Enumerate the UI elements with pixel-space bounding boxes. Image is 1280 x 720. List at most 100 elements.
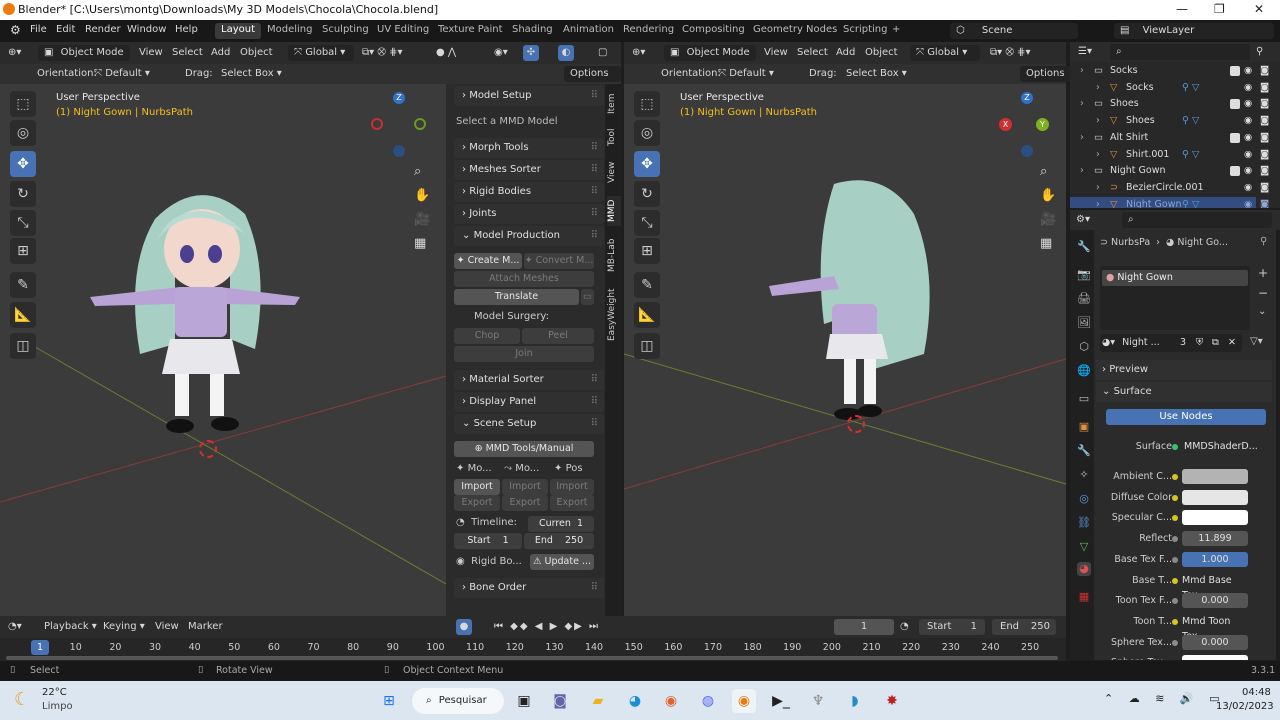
perspective-grid-icon[interactable]: ▦: [1040, 236, 1052, 251]
add-cube-tool[interactable]: ◫: [10, 333, 36, 359]
menu-render[interactable]: Render: [85, 24, 121, 35]
start-frame-field[interactable]: Start 1: [454, 533, 522, 549]
properties-search-input[interactable]: ⌕: [1122, 212, 1272, 228]
measure-tool[interactable]: 📐: [634, 302, 660, 328]
orientation-dropdown[interactable]: ⤧ Default ▾: [718, 66, 798, 82]
exclude-checkbox[interactable]: [1230, 132, 1240, 143]
export-model-button[interactable]: Export: [454, 495, 500, 511]
socket-icon[interactable]: [1172, 556, 1178, 563]
bone-order-header[interactable]: › Bone Order ⠿: [454, 578, 604, 598]
start-frame-field[interactable]: Start 1: [919, 619, 985, 635]
expand-arrow-icon[interactable]: ›: [1080, 130, 1084, 146]
outliner-row[interactable]: › ▭ Night Gown ◉ ◙: [1070, 163, 1269, 179]
clock-time[interactable]: 04:48: [1242, 687, 1271, 698]
select-box-tool[interactable]: ⬚: [10, 91, 36, 117]
gizmo-x-axis[interactable]: X: [999, 118, 1012, 131]
meshes-sorter-header[interactable]: › Meshes Sorter ⠿: [454, 160, 604, 180]
navigation-gizmo[interactable]: Z: [368, 90, 432, 158]
tab-texture-paint[interactable]: Texture Paint: [432, 23, 509, 39]
tab-mb-lab[interactable]: MB-Lab: [607, 234, 621, 276]
camera-icon[interactable]: 🎥: [414, 212, 430, 227]
menu-select-right[interactable]: Select: [797, 45, 828, 61]
render-camera-icon[interactable]: ◙: [1260, 113, 1269, 129]
peel-button[interactable]: Peel: [522, 328, 594, 344]
shader-input-field[interactable]: 1.000: [1182, 551, 1248, 567]
navigation-gizmo[interactable]: Z X Y: [996, 90, 1060, 158]
minimize-button[interactable]: —: [1176, 2, 1188, 16]
material-name-field[interactable]: Night ...: [1122, 337, 1160, 348]
slot-menu-icon[interactable]: ⌄: [1258, 306, 1266, 317]
editor-type-icon[interactable]: ⊕▾: [8, 45, 21, 61]
add-cube-tool[interactable]: ◫: [634, 333, 660, 359]
close-button[interactable]: ✕: [1254, 2, 1264, 16]
tab-view[interactable]: View: [607, 158, 621, 186]
socket-icon[interactable]: [1172, 494, 1178, 501]
viewlayer-selector[interactable]: ▤ ViewLayer: [1114, 23, 1274, 39]
scene-selector[interactable]: ⬡ Scene: [950, 23, 1078, 39]
outliner-row[interactable]: › ▽ Socks ⚲ ▽ ◉ ◙: [1070, 80, 1269, 96]
expand-arrow-icon[interactable]: ›: [1080, 163, 1084, 179]
surface-shader-field[interactable]: MMDShaderD...: [1182, 439, 1258, 454]
material-slot-list[interactable]: ● Night Gown: [1100, 266, 1250, 330]
render-camera-icon[interactable]: ◙: [1260, 80, 1269, 96]
drag-handle-icon[interactable]: ⠿: [591, 86, 598, 106]
menu-add-left[interactable]: Add: [211, 45, 230, 61]
gizmo-z-axis[interactable]: Z: [1021, 92, 1033, 104]
tab-rendering[interactable]: Rendering: [617, 23, 680, 39]
modifier-icons[interactable]: ⚲ ▽: [1182, 197, 1199, 208]
tab-mmd[interactable]: MMD: [607, 196, 621, 226]
create-model-button[interactable]: ✦ Create M...: [454, 253, 522, 269]
tab-animation[interactable]: Animation: [557, 23, 620, 39]
material-slot-item[interactable]: ● Night Gown: [1102, 270, 1248, 286]
tab-layout[interactable]: Layout: [215, 23, 261, 39]
material-datablock[interactable]: ◕▾ Night ... 3 ⛨ ⧉ ✕: [1100, 334, 1242, 352]
select-box-tool[interactable]: ⬚: [634, 91, 660, 117]
cursor-tool[interactable]: ◎: [10, 120, 36, 146]
taskbar-search[interactable]: ⌕ Pesquisar: [412, 688, 504, 714]
remove-slot-button[interactable]: −: [1258, 286, 1268, 300]
material-browse-icon[interactable]: ◕▾: [1102, 337, 1115, 348]
outliner-editor-icon[interactable]: ☰▾: [1078, 44, 1092, 60]
app-figure-icon[interactable]: ♆: [806, 689, 830, 713]
socket-icon[interactable]: [1172, 536, 1178, 543]
export-pose-button[interactable]: Export: [550, 495, 594, 511]
chop-button[interactable]: Chop: [454, 328, 520, 344]
menu-keying[interactable]: Keying ▾: [103, 619, 145, 635]
gizmo-z-axis[interactable]: Z: [393, 92, 405, 104]
annotate-tool[interactable]: ✎: [10, 272, 36, 298]
scale-tool[interactable]: ⤡: [634, 210, 660, 236]
modifier-icons[interactable]: ⚲ ▽: [1182, 147, 1199, 163]
preview-range-icon[interactable]: ◔: [900, 619, 909, 635]
character-model-front[interactable]: [80, 179, 320, 479]
clock-date[interactable]: 13/02/2023: [1216, 701, 1274, 712]
fake-user-icon[interactable]: ⛨: [1196, 334, 1203, 352]
modifier-properties-icon[interactable]: 🔧: [1077, 444, 1091, 458]
shader-input-field[interactable]: Mmd Base Tex: [1182, 573, 1248, 601]
maximize-button[interactable]: ❐: [1214, 2, 1225, 16]
firefox-icon[interactable]: ◉: [659, 689, 683, 713]
transform-tool[interactable]: ⊞: [634, 238, 660, 264]
material-properties-icon[interactable]: ◕: [1077, 562, 1091, 576]
morph-tools-header[interactable]: › Morph Tools ⠿: [454, 138, 604, 158]
tab-modeling[interactable]: Modeling: [261, 23, 319, 39]
exclude-checkbox[interactable]: [1230, 99, 1240, 110]
visibility-eye-icon[interactable]: ◉: [1244, 197, 1252, 208]
convert-model-button[interactable]: ✦ Convert M...: [524, 253, 594, 269]
visibility-eye-icon[interactable]: ◉: [1244, 96, 1252, 112]
end-frame-field[interactable]: End 250: [524, 533, 594, 549]
edge-browser-icon[interactable]: ◕: [623, 689, 647, 713]
system-tray-icons[interactable]: ⌃ ☁ ≋ 🔊 ▭: [1104, 692, 1226, 705]
terminal-icon[interactable]: ▶_: [769, 689, 793, 713]
visibility-eye-icon[interactable]: ◉: [1244, 80, 1252, 96]
socket-icon[interactable]: [1172, 618, 1178, 625]
unlink-material-icon[interactable]: ✕: [1228, 334, 1236, 352]
modifier-icons[interactable]: ⚲ ▽: [1182, 113, 1199, 129]
render-camera-icon[interactable]: ◙: [1260, 180, 1269, 196]
menu-help[interactable]: Help: [175, 24, 198, 35]
move-tool[interactable]: ✥: [634, 151, 660, 177]
timeline-scrollbar[interactable]: [6, 656, 1058, 660]
outliner-search-input[interactable]: ⌕: [1110, 44, 1250, 60]
snapping-icon[interactable]: ⧉▾ ⛒ ⋕▾: [990, 45, 1031, 61]
render-properties-icon[interactable]: 📷: [1077, 268, 1091, 282]
render-camera-icon[interactable]: ◙: [1260, 130, 1269, 146]
